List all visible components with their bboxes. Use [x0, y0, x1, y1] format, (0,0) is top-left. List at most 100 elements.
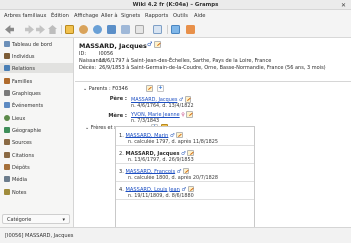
places-icon [4, 115, 10, 121]
media-icon [4, 176, 10, 182]
sibling-number: 2. [119, 150, 124, 157]
chart-icon[interactable] [171, 25, 180, 34]
edit-icon[interactable] [65, 25, 74, 34]
father-label: Père : [109, 96, 127, 102]
merge-icon[interactable] [93, 25, 102, 34]
sidebar-item-familles[interactable]: Familles [0, 76, 73, 86]
menu-affichage[interactable]: Affichage [74, 13, 98, 19]
print-icon[interactable] [153, 25, 162, 34]
edit-sibling-icon[interactable] [187, 149, 194, 156]
fact-label: Naissance: [79, 58, 107, 64]
sidebar-item-label: Média [12, 176, 28, 183]
sidebar-item-individus[interactable]: Individus [0, 51, 73, 61]
list-item[interactable]: 4. MASSARD, Louis Jean ♂ n. 19/11/1809, … [116, 183, 254, 200]
add-parents-button[interactable]: + [157, 85, 164, 92]
sidebar-item-relations[interactable]: Relations [0, 63, 73, 73]
back-icon[interactable] [5, 25, 14, 34]
tree-icon[interactable] [107, 25, 116, 34]
dashboard-icon [4, 41, 10, 47]
male-icon: ♂ [176, 168, 182, 175]
parents-label: Parents : [88, 86, 111, 92]
sidebar-item-label: Graphiques [12, 90, 41, 97]
relations-icon [4, 65, 10, 71]
fact-value: 13/6/1797 à Saint-Jean-des-Échelles, Sar… [99, 58, 272, 64]
close-icon[interactable]: ✕ [341, 2, 346, 9]
category-selector[interactable]: Catégorie ▾ [2, 214, 70, 224]
fact-value: I0056 [99, 51, 114, 57]
edit-family-icon[interactable] [146, 85, 153, 92]
fact-death: Décès: 26/9/1853 à Saint-Germain-de-la-Co… [79, 65, 326, 71]
sibling-link[interactable]: MASSARD, François [126, 168, 176, 174]
edit-mother-icon[interactable] [186, 111, 193, 118]
edit-sibling-icon[interactable] [176, 131, 183, 138]
sort-icon[interactable] [121, 25, 130, 34]
edit-sibling-icon[interactable] [187, 185, 195, 192]
male-icon: ♂ [181, 186, 187, 193]
sidebar-item-label: Relations [12, 65, 35, 72]
female-icon: ♀ [181, 111, 185, 118]
relationship-view: MASSARD, Jacques ♂ ID: I0056 Naissance:13… [75, 38, 351, 227]
category-label: Catégorie [7, 217, 32, 223]
father-link[interactable]: MASSARD, Jacques [131, 97, 177, 103]
sibling-number: 3. [119, 168, 124, 175]
father-dates: n. 4/6/1764, d. 13/4/1822 [131, 103, 194, 109]
sidebar-item-notes[interactable]: Notes [0, 187, 73, 197]
sidebar-item-lieux[interactable]: Lieux [0, 113, 73, 123]
sibling-dates: n. calculée 1800, d. après 20/7/1828 [128, 174, 218, 181]
chevron-down-icon[interactable]: ⌄ [85, 125, 89, 131]
sidebar-item-tableau-de-bord[interactable]: Tableau de bord [0, 39, 73, 49]
parents-section-label: ⌄ Parents : F0346 [83, 86, 128, 92]
edit-sibling-icon[interactable] [182, 167, 190, 174]
sibling-link[interactable]: MASSARD, Louis Jean [126, 186, 180, 192]
report-icon[interactable] [186, 25, 195, 34]
home-icon[interactable] [48, 25, 57, 34]
list-item[interactable]: 2. MASSARD, Jacques ♂ n. 13/6/1797, d. 2… [116, 147, 254, 164]
menu-edition[interactable]: Édition [51, 13, 69, 19]
config-icon[interactable] [135, 25, 144, 34]
forward-icon[interactable] [25, 25, 34, 34]
section-divider [75, 81, 351, 82]
siblings-list: 1. MASSARD, Marin ♂ n. calculée 1797, d.… [115, 126, 255, 227]
edit-father-icon[interactable] [184, 96, 192, 103]
toolbar-separator [61, 25, 62, 34]
sidebar-item-graphiques[interactable]: Graphiques [0, 88, 73, 98]
sidebar-item-citations[interactable]: Citations [0, 150, 73, 160]
menu-outils[interactable]: Outils [173, 13, 188, 19]
chevron-down-icon[interactable]: ⌄ [83, 86, 87, 92]
sidebar-item-label: Géographie [12, 127, 42, 134]
family-icon [4, 78, 10, 84]
toolbar-separator [167, 25, 168, 34]
sidebar-item-label: Familles [12, 78, 33, 85]
sibling-dates: n. 13/6/1797, d. 26/9/1853 [128, 156, 194, 163]
sibling-row: 4. MASSARD, Louis Jean ♂ [119, 185, 195, 193]
window-title: Wiki 4.2 fr (K:04a) – Gramps [132, 2, 219, 8]
add-icon[interactable] [79, 25, 88, 34]
list-item[interactable]: 1. MASSARD, Marin ♂ n. calculée 1797, d.… [116, 129, 254, 146]
list-item[interactable]: 3. MASSARD, François ♂ n. calculée 1800,… [116, 165, 254, 182]
sidebar-item-depots[interactable]: Dépôts [0, 162, 73, 172]
status-bar: [I0056] MASSARD, Jacques [0, 227, 351, 243]
sidebar-item-media[interactable]: Média [0, 174, 73, 184]
menu-aide[interactable]: Aide [194, 13, 205, 19]
sibling-number: 4. [119, 186, 124, 193]
next-icon[interactable] [36, 25, 45, 34]
edit-person-icon[interactable] [154, 41, 161, 48]
sidebar-item-geographie[interactable]: Géographie [0, 125, 73, 135]
menu-rapports[interactable]: Rapports [145, 13, 168, 19]
menu-bar: Arbres familiaux Édition Affichage Aller… [0, 10, 351, 21]
menu-signets[interactable]: Signets [121, 13, 140, 19]
male-icon: ♂ [178, 96, 184, 103]
menu-aller-a[interactable]: Aller à [101, 13, 118, 19]
sibling-link[interactable]: MASSARD, Marin [126, 132, 169, 138]
mother-link[interactable]: YVON, Marie Jeanne [131, 112, 180, 118]
sidebar-item-label: Événements [12, 102, 44, 109]
sibling-dates: n. calculée 1797, d. après 11/8/1825 [128, 138, 218, 145]
person-icon [4, 53, 10, 59]
sibling-dates: n. 19/11/1809, d. 8/6/1880 [128, 192, 194, 199]
charts-icon [4, 90, 10, 96]
sidebar-item-sources[interactable]: Sources [0, 137, 73, 147]
menu-arbres-familiaux[interactable]: Arbres familiaux [4, 13, 46, 19]
mother-row: YVON, Marie Jeanne ♀ [131, 111, 193, 118]
sidebar-item-evenements[interactable]: Événements [0, 100, 73, 110]
fact-label: ID: [79, 51, 87, 57]
